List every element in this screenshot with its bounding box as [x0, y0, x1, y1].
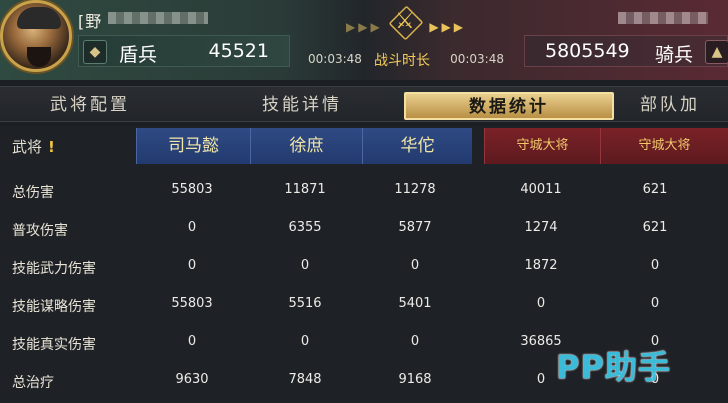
table-cell: 5877: [398, 220, 432, 235]
table-cell: 5516: [288, 296, 322, 311]
row-label: 普攻伤害: [12, 223, 68, 239]
table-cell: 11278: [394, 182, 436, 197]
battle-duration-label: 战斗时长: [374, 53, 430, 69]
table-cell: 9168: [398, 372, 432, 387]
table-cell: 40011: [520, 182, 562, 197]
timer-right: 00:03:48: [450, 52, 504, 66]
battle-header: [野 ◆ 盾兵 45521 ▶▶▶ ⚔ ▶▶▶ 00:03:48 战斗时长 00…: [0, 0, 728, 80]
redacted-name-left: [108, 12, 208, 24]
column-header-ally[interactable]: 华佗: [362, 128, 472, 164]
crossed-swords-icon: ⚔: [395, 9, 415, 34]
timer-left: 00:03:48: [308, 52, 362, 66]
troop-right-count: 5805549: [545, 40, 630, 62]
arrow-right-icon: ▶▶▶: [429, 20, 466, 34]
table-cell: 0: [410, 334, 420, 349]
tab-general-config[interactable]: 武将配置: [10, 92, 170, 120]
table-row: 总伤害 55803 11871 11278 40011 621: [0, 172, 728, 210]
table-cell: 55803: [171, 296, 213, 311]
troop-left-type: 盾兵: [119, 44, 158, 66]
info-mark[interactable]: !: [48, 138, 55, 156]
player-left-name: [野: [78, 12, 103, 31]
row-label: 总伤害: [12, 185, 54, 201]
row-label: 技能真实伤害: [12, 337, 96, 353]
column-header-enemy[interactable]: 守城大将: [600, 128, 728, 164]
table-cell: 0: [650, 258, 660, 273]
table-cell: 1274: [524, 220, 558, 235]
table-cell: 0: [187, 258, 197, 273]
tab-skill-details[interactable]: 技能详情: [222, 92, 382, 120]
row-label: 技能武力伤害: [12, 261, 96, 277]
row-label: 技能谋略伤害: [12, 299, 96, 315]
table-cell: 0: [300, 334, 310, 349]
column-header-enemy[interactable]: 守城大将: [484, 128, 600, 164]
table-cell: 621: [642, 220, 668, 235]
column-header-ally[interactable]: 司马懿: [136, 128, 250, 164]
table-cell: 0: [650, 296, 660, 311]
table-cell: 9630: [175, 372, 209, 387]
cavalry-emblem-icon: ▲: [705, 40, 728, 64]
shield-emblem-icon: ◆: [83, 40, 107, 64]
table-cell: 7848: [288, 372, 322, 387]
table-cell: 1872: [524, 258, 558, 273]
table-row: 技能谋略伤害 55803 5516 5401 0 0: [0, 286, 728, 324]
redacted-name-right: [618, 12, 708, 24]
player-avatar[interactable]: [0, 0, 72, 72]
table-cell: 0: [300, 258, 310, 273]
general-header-text: 武将: [12, 138, 43, 156]
table-cell: 0: [536, 296, 546, 311]
troop-left-panel: ◆ 盾兵 45521: [78, 35, 290, 67]
troop-right-type: 骑兵: [655, 44, 694, 66]
battle-center: ▶▶▶ ⚔ ▶▶▶ 00:03:48 战斗时长 00:03:48: [300, 5, 512, 76]
table-cell: 11871: [284, 182, 326, 197]
arrow-right-icon: ▶▶▶: [346, 20, 383, 34]
tab-troops[interactable]: 部队加: [640, 92, 728, 120]
table-cell: 0: [187, 334, 197, 349]
table-cell: 621: [642, 182, 668, 197]
table-cell: 0: [410, 258, 420, 273]
table-row: 普攻伤害 0 6355 5877 1274 621: [0, 210, 728, 248]
general-header-label: 武将!: [12, 136, 55, 157]
tab-statistics[interactable]: 数据统计: [404, 92, 614, 120]
row-label: 总治疗: [12, 375, 54, 391]
helmet-shape: [17, 7, 61, 29]
troop-right-panel: 5805549 骑兵 ▲: [524, 35, 728, 67]
watermark-logo: PP助手: [556, 348, 671, 386]
table-row: 技能武力伤害 0 0 0 1872 0: [0, 248, 728, 286]
table-cell: 55803: [171, 182, 213, 197]
troop-left-count: 45521: [208, 40, 269, 62]
table-cell: 0: [187, 220, 197, 235]
table-cell: 5401: [398, 296, 432, 311]
table-cell: 6355: [288, 220, 322, 235]
tab-bar: 武将配置 技能详情 数据统计 部队加: [0, 86, 728, 122]
column-header-ally[interactable]: 徐庶: [250, 128, 362, 164]
beard-shape: [27, 47, 51, 67]
